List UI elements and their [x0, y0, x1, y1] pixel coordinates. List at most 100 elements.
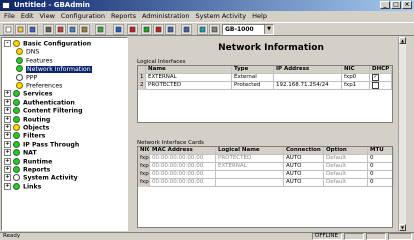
tree-item-preferences[interactable]: Preferences — [16, 82, 62, 90]
menu-edit[interactable]: Edit — [21, 11, 34, 21]
tree-item-routing[interactable]: + Routing — [4, 115, 50, 124]
tree-item-runtime[interactable]: + Runtime — [4, 157, 52, 166]
redo-icon[interactable] — [181, 24, 192, 35]
expand-icon[interactable]: + — [4, 98, 11, 106]
device-combo[interactable]: GB-1000 ▼ — [222, 24, 274, 35]
tree-item-filters[interactable]: + Filters — [4, 132, 45, 140]
device-combo-value: GB-1000 — [225, 26, 254, 33]
cell-nic: fxp2 — [138, 171, 150, 179]
header-nic[interactable]: NIC — [138, 147, 150, 155]
tree-item-links[interactable]: + Links — [4, 182, 41, 191]
table-row[interactable]: fxp100:00:00:00:00:00EXTERNALAUTODefault… — [138, 163, 394, 171]
tree-item-label: PPP — [26, 74, 38, 82]
header-name[interactable]: Name — [146, 66, 232, 74]
menu-view[interactable]: View — [39, 11, 54, 21]
open-icon[interactable] — [15, 24, 26, 35]
new-icon[interactable] — [3, 24, 14, 35]
tree-item-network-information[interactable]: Network Information — [16, 65, 92, 73]
minimize-button[interactable]: _ — [380, 1, 390, 9]
tree-item-services[interactable]: + Services — [4, 90, 52, 98]
tree-item-objects[interactable]: + Objects — [4, 124, 49, 132]
tree-item-authentication[interactable]: + Authentication — [4, 98, 75, 107]
tree-item-label: Basic Configuration — [23, 40, 92, 48]
connect-icon[interactable] — [113, 24, 124, 35]
paste-icon[interactable] — [79, 24, 90, 35]
expand-icon[interactable]: + — [4, 132, 11, 140]
dhcp-checkbox[interactable]: ✓ — [372, 74, 379, 81]
header-mtu[interactable]: MTU — [368, 147, 394, 155]
menu-file[interactable]: File — [4, 11, 15, 21]
table-row[interactable]: 2 PROTECTED Protected 192.168.71.254/24 fxp1 — [138, 82, 392, 90]
tree-item-system-activity[interactable]: + System Activity — [4, 174, 78, 182]
expand-icon[interactable]: + — [4, 140, 11, 148]
vertical-scrollbar[interactable]: ▲ ▼ — [398, 37, 406, 231]
tree-item-reports[interactable]: + Reports — [4, 166, 50, 174]
cell-option: Default — [324, 171, 368, 179]
table-row[interactable]: 1 EXTERNAL External fxp0 ✓ — [138, 74, 392, 82]
status-dot-icon — [13, 140, 20, 148]
expand-icon[interactable]: + — [4, 124, 11, 131]
scroll-down-button[interactable]: ▼ — [399, 224, 406, 231]
navigation-tree[interactable]: - Basic Configuration DNS Features Network I… — [1, 37, 128, 231]
cell-logical-name — [216, 179, 284, 187]
scroll-up-button[interactable]: ▲ — [399, 37, 406, 44]
status-pane-4 — [388, 233, 412, 240]
expand-icon[interactable]: + — [4, 182, 11, 190]
header-type[interactable]: Type — [232, 66, 274, 74]
menu-help[interactable]: Help — [252, 11, 267, 21]
cell-row-number: 2 — [138, 82, 146, 90]
undo-icon[interactable] — [165, 24, 176, 35]
expand-icon[interactable]: + — [4, 149, 11, 157]
dhcp-checkbox[interactable] — [372, 82, 379, 89]
table-row[interactable]: fxp300:00:00:00:00:00 AUTODefault0 — [138, 179, 394, 187]
tree-item-ip-pass-through[interactable]: + IP Pass Through — [4, 140, 80, 149]
header-mac-address[interactable]: MAC Address — [150, 147, 216, 155]
tree-item-features[interactable]: Features — [16, 56, 53, 65]
menu-configuration[interactable]: Configuration — [61, 11, 105, 21]
header-connection[interactable]: Connection — [284, 147, 324, 155]
expand-icon[interactable]: + — [4, 115, 11, 123]
status-dot-icon — [13, 115, 20, 123]
header-logical-name[interactable]: Logical Name — [216, 147, 284, 155]
status-dot-icon — [13, 90, 20, 98]
menu-reports[interactable]: Reports — [111, 11, 136, 21]
chevron-down-icon[interactable]: ▼ — [264, 25, 273, 34]
check-icon[interactable] — [141, 24, 152, 35]
help-icon[interactable] — [95, 24, 106, 35]
tree-item-label: IP Pass Through — [23, 141, 80, 149]
close-button[interactable]: × — [402, 1, 412, 9]
cancel-icon[interactable] — [153, 24, 164, 35]
stop-icon[interactable] — [127, 24, 138, 35]
status-dot-icon — [16, 82, 23, 89]
settings-icon[interactable] — [209, 24, 220, 35]
expand-icon[interactable]: + — [4, 166, 11, 173]
expand-icon[interactable]: + — [4, 90, 11, 98]
copy-icon[interactable] — [67, 24, 78, 35]
expand-icon[interactable]: + — [4, 174, 11, 182]
maximize-button[interactable]: □ — [391, 1, 401, 9]
tree-item-dns[interactable]: DNS — [16, 48, 39, 56]
expand-icon[interactable]: + — [4, 157, 11, 165]
expand-icon[interactable]: + — [4, 107, 11, 115]
cut-icon[interactable] — [55, 24, 66, 35]
tree-item-label: NAT — [23, 149, 37, 157]
header-nic[interactable]: NIC — [342, 66, 370, 74]
collapse-icon[interactable]: - — [4, 40, 11, 47]
menu-administration[interactable]: Administration — [142, 11, 190, 21]
tree-item-basic-configuration[interactable]: - Basic Configuration — [4, 40, 91, 48]
tree-item-nat[interactable]: + NAT — [4, 149, 37, 157]
cell-nic: fxp1 — [138, 163, 150, 171]
status-dot-icon — [16, 73, 23, 81]
tree-item-ppp[interactable]: PPP — [16, 73, 38, 82]
cell-nic: fxp1 — [342, 82, 370, 90]
menu-system-activity[interactable]: System Activity — [196, 11, 247, 21]
print-icon[interactable] — [43, 24, 54, 35]
table-row[interactable]: fxp000:00:00:00:00:00PROTECTEDAUTODefaul… — [138, 155, 394, 163]
save-icon[interactable] — [27, 24, 38, 35]
header-option[interactable]: Option — [324, 147, 368, 155]
tree-item-content-filtering[interactable]: + Content Filtering — [4, 107, 83, 115]
header-ip-address[interactable]: IP Address — [274, 66, 342, 74]
refresh-icon[interactable] — [197, 24, 208, 35]
header-dhcp[interactable]: DHCP — [370, 66, 392, 74]
table-row[interactable]: fxp200:00:00:00:00:00 AUTODefault0 — [138, 171, 394, 179]
